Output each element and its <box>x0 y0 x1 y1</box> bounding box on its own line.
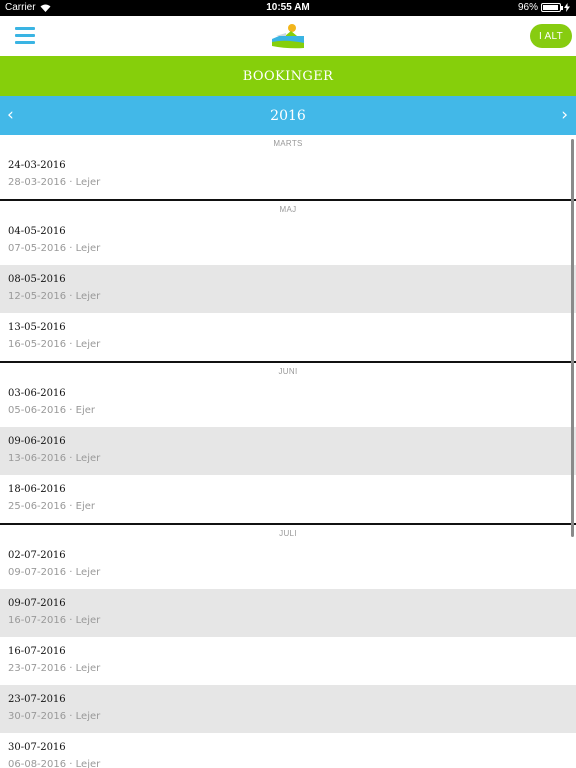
booking-start-date: 02-07-2016 <box>8 550 66 561</box>
booking-end-date-role: 16-07-2016 · Lejer <box>8 615 101 626</box>
booking-end-date-role: 30-07-2016 · Lejer <box>8 711 101 722</box>
booking-start-date: 23-07-2016 <box>8 694 66 705</box>
app-logo[interactable] <box>271 22 305 50</box>
previous-year-chevron-icon[interactable]: ‹ <box>7 105 14 125</box>
hamburger-menu-icon[interactable] <box>15 27 35 44</box>
booking-row[interactable]: 04-05-2016 07-05-2016 · Lejer <box>0 217 576 265</box>
booking-end-date-role: 28-03-2016 · Lejer <box>8 177 101 188</box>
booking-row[interactable]: 08-05-2016 12-05-2016 · Lejer <box>0 265 576 313</box>
booking-start-date: 16-07-2016 <box>8 646 66 657</box>
booking-row[interactable]: 03-06-2016 05-06-2016 · Ejer <box>0 379 576 427</box>
booking-start-date: 04-05-2016 <box>8 226 66 237</box>
battery-status: 96% <box>518 2 570 13</box>
charging-bolt-icon <box>564 3 570 12</box>
booking-row[interactable]: 23-07-2016 30-07-2016 · Lejer <box>0 685 576 733</box>
next-year-chevron-icon[interactable]: › <box>561 105 568 125</box>
booking-end-date-role: 16-05-2016 · Lejer <box>8 339 101 350</box>
booking-end-date-role: 13-06-2016 · Lejer <box>8 453 101 464</box>
total-button[interactable]: I ALT <box>530 24 572 48</box>
booking-end-date-role: 25-06-2016 · Ejer <box>8 501 96 512</box>
booking-row[interactable]: 16-07-2016 23-07-2016 · Lejer <box>0 637 576 685</box>
section-header-juli: JULI <box>0 525 576 541</box>
booking-end-date-role: 05-06-2016 · Ejer <box>8 405 96 416</box>
nav-bar: I ALT <box>0 16 576 56</box>
booking-row[interactable]: 30-07-2016 06-08-2016 · Lejer <box>0 733 576 768</box>
battery-icon <box>541 3 563 12</box>
booking-start-date: 08-05-2016 <box>8 274 66 285</box>
booking-end-date-role: 09-07-2016 · Lejer <box>8 567 101 578</box>
booking-list[interactable]: MARTS 24-03-2016 28-03-2016 · Lejer MAJ … <box>0 135 576 768</box>
section-header-marts: MARTS <box>0 135 576 151</box>
booking-end-date-role: 12-05-2016 · Lejer <box>8 291 101 302</box>
booking-end-date-role: 07-05-2016 · Lejer <box>8 243 101 254</box>
booking-end-date-role: 06-08-2016 · Lejer <box>8 759 101 768</box>
page-title: BOOKINGER <box>0 56 576 96</box>
booking-start-date: 24-03-2016 <box>8 160 66 171</box>
booking-start-date: 30-07-2016 <box>8 742 66 753</box>
battery-level <box>543 5 559 10</box>
year-navigator: ‹ 2016 › <box>0 96 576 135</box>
booking-row[interactable]: 09-07-2016 16-07-2016 · Lejer <box>0 589 576 637</box>
booking-row[interactable]: 18-06-2016 25-06-2016 · Ejer <box>0 475 576 523</box>
booking-row[interactable]: 02-07-2016 09-07-2016 · Lejer <box>0 541 576 589</box>
booking-end-date-role: 23-07-2016 · Lejer <box>8 663 101 674</box>
booking-start-date: 09-07-2016 <box>8 598 66 609</box>
booking-start-date: 09-06-2016 <box>8 436 66 447</box>
year-label: 2016 <box>270 107 306 124</box>
clock: 10:55 AM <box>266 2 310 13</box>
status-bar: Carrier 10:55 AM 96% <box>0 0 576 16</box>
booking-start-date: 13-05-2016 <box>8 322 66 333</box>
booking-start-date: 18-06-2016 <box>8 484 66 495</box>
battery-percentage: 96% <box>517 2 538 13</box>
section-header-juni: JUNI <box>0 363 576 379</box>
section-header-maj: MAJ <box>0 201 576 217</box>
booking-row[interactable]: 24-03-2016 28-03-2016 · Lejer <box>0 151 576 199</box>
scrollbar[interactable] <box>571 139 574 537</box>
booking-row[interactable]: 09-06-2016 13-06-2016 · Lejer <box>0 427 576 475</box>
booking-row[interactable]: 13-05-2016 16-05-2016 · Lejer <box>0 313 576 361</box>
booking-start-date: 03-06-2016 <box>8 388 66 399</box>
